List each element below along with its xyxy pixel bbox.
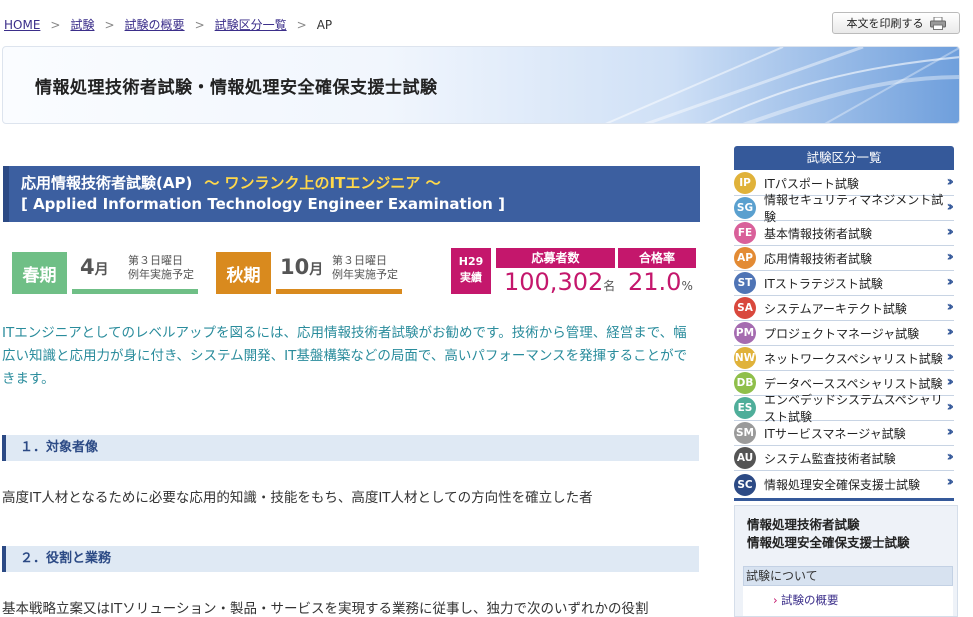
sidebar-item-label: ITストラテジスト試験 (764, 276, 883, 291)
chevron-right-icon: > (296, 17, 307, 32)
section-heading-target: １．対象者像 (2, 435, 699, 461)
sidebar-item-label: データベーススペシャリスト試験 (764, 376, 943, 391)
chevron-right-icon: > (104, 17, 115, 32)
sidebar-item-sa[interactable]: SA システムアーキテクト試験 ›› (734, 296, 954, 321)
autumn-month: 10月 (280, 255, 324, 279)
double-chevron-right-icon: ›› (946, 424, 953, 440)
autumn-schedule: 10月 第３日曜日 例年実施予定 (276, 252, 402, 294)
pass-rate-value: 21.0% (628, 268, 693, 296)
printer-icon (929, 16, 946, 30)
pm-badge-icon: PM (734, 322, 756, 344)
ip-badge-icon: IP (734, 172, 756, 194)
print-button[interactable]: 本文を印刷する (832, 12, 960, 34)
sidebar-item-pm[interactable]: PM プロジェクトマネージャ試験 ›› (734, 321, 954, 346)
sidebar-item-label: 情報セキュリティマネジメント試験 (764, 193, 944, 224)
spring-badge: 春期 (12, 252, 67, 294)
sidebar-item-sm[interactable]: SM ITサービスマネージャ試験 ›› (734, 421, 954, 446)
double-chevron-right-icon: ›› (946, 274, 953, 290)
spring-schedule: 4月 第３日曜日 例年実施予定 (72, 252, 198, 294)
sidebar-item-au[interactable]: AU システム監査技術者試験 ›› (734, 446, 954, 471)
db-badge-icon: DB (734, 372, 756, 394)
section-body-target: 高度IT人材となるために必要な応用的知識・技能をもち、高度IT人材としての方向性… (2, 490, 593, 506)
double-chevron-right-icon: ›› (946, 374, 953, 390)
exam-tagline: ～ ワンランク上のITエンジニア ～ (204, 174, 441, 192)
sidebar-title: 試験区分一覧 (734, 146, 954, 170)
exam-category-list: IP ITパスポート試験 ›› SG 情報セキュリティマネジメント試験 ›› FE 基本情報技… (734, 171, 954, 501)
sidebar-link-overview[interactable]: › 試験の概要 (743, 586, 953, 616)
double-chevron-right-icon: ›› (946, 474, 953, 490)
chevron-right-icon: › (773, 593, 778, 607)
sidebar-item-label: システム監査技術者試験 (764, 451, 896, 466)
sidebar-box-title: 情報処理技術者試験 情報処理安全確保支援士試験 (747, 517, 910, 550)
print-button-label: 本文を印刷する (846, 17, 924, 30)
sidebar-info-box: 情報処理技術者試験 情報処理安全確保支援士試験 試験について › 試験の概要 (734, 505, 958, 617)
spring-month: 4月 (80, 255, 109, 279)
es-badge-icon: ES (734, 397, 756, 419)
ap-badge-icon: AP (734, 247, 756, 269)
autumn-underline (276, 289, 402, 294)
sidebar-item-label: ITサービスマネージャ試験 (764, 426, 906, 441)
nw-badge-icon: NW (734, 347, 756, 369)
pass-rate-label: 合格率 (618, 248, 696, 268)
sm-badge-icon: SM (734, 422, 756, 444)
sidebar-item-label: エンベデッドシステムスペシャリスト試験 (764, 393, 943, 424)
double-chevron-right-icon: ›› (946, 324, 953, 340)
autumn-note: 第３日曜日 例年実施予定 (332, 254, 398, 281)
autumn-badge: 秋期 (216, 252, 271, 294)
sidebar-item-sg[interactable]: SG 情報セキュリティマネジメント試験 ›› (734, 193, 954, 224)
intro-text: ITエンジニアとしてのレベルアップを図るには、応用情報技術者試験がお勧めです。技… (2, 325, 688, 387)
sa-badge-icon: SA (734, 297, 756, 319)
double-chevron-right-icon: ›› (946, 299, 953, 315)
exam-title-jp: 応用情報技術者試験(AP) (21, 174, 193, 192)
exam-title-bar: 応用情報技術者試験(AP) ～ ワンランク上のITエンジニア ～ [ Applie… (3, 166, 700, 222)
spring-note: 第３日曜日 例年実施予定 (128, 254, 194, 281)
breadcrumb-home-link[interactable]: HOME (4, 18, 40, 32)
double-chevron-right-icon: ›› (946, 399, 953, 415)
double-chevron-right-icon: ›› (946, 199, 953, 215)
applicants-value: 100,302名 (504, 268, 616, 296)
sidebar-item-label: ネットワークスペシャリスト試験 (764, 351, 943, 366)
section-body-role: 基本戦略立案又はITソリューション・製品・サービスを実現する業務に従事し、独力で… (2, 601, 649, 617)
fe-badge-icon: FE (734, 222, 756, 244)
sidebar-item-es[interactable]: ES エンベデッドシステムスペシャリスト試験 ›› (734, 393, 954, 424)
section-heading-role: ２．役割と業務 (2, 546, 699, 572)
double-chevron-right-icon: ›› (946, 174, 953, 190)
stats-year-badge: H29 実績 (451, 248, 491, 294)
page-title: 情報処理技術者試験・情報処理安全確保支援士試験 (35, 78, 438, 98)
sidebar-item-label: 情報処理安全確保支援士試験 (764, 478, 921, 492)
sidebar-item-label: プロジェクトマネージャ試験 (764, 326, 920, 341)
sidebar-item-ap[interactable]: AP 応用情報技術者試験 ›› (734, 246, 954, 271)
double-chevron-right-icon: ›› (946, 224, 953, 240)
st-badge-icon: ST (734, 272, 756, 294)
breadcrumb-exam-link[interactable]: 試験 (70, 16, 94, 33)
exam-title-en: [ Applied Information Technology Enginee… (21, 195, 505, 213)
spring-underline (72, 289, 198, 294)
breadcrumb-current: AP (316, 17, 333, 32)
sidebar-item-fe[interactable]: FE 基本情報技術者試験 ›› (734, 221, 954, 246)
au-badge-icon: AU (734, 447, 756, 469)
double-chevron-right-icon: ›› (946, 349, 953, 365)
breadcrumb-overview-link[interactable]: 試験の概要 (125, 16, 185, 33)
sidebar-item-label: 基本情報技術者試験 (764, 226, 873, 241)
applicants-label: 応募者数 (496, 248, 615, 268)
page-banner: 情報処理技術者試験・情報処理安全確保支援士試験 (2, 46, 960, 124)
sidebar-item-sc[interactable]: SC 情報処理安全確保支援士試験 ›› (734, 471, 954, 501)
chevron-right-icon: > (194, 17, 205, 32)
breadcrumb: HOME > 試験 > 試験の概要 > 試験区分一覧 > AP (4, 16, 332, 33)
sidebar-item-st[interactable]: ST ITストラテジスト試験 ›› (734, 271, 954, 296)
double-chevron-right-icon: ›› (946, 449, 953, 465)
sc-badge-icon: SC (734, 473, 756, 496)
sidebar-subheading: 試験について (743, 566, 953, 586)
sidebar-item-nw[interactable]: NW ネットワークスペシャリスト試験 ›› (734, 346, 954, 371)
sg-badge-icon: SG (734, 197, 756, 219)
double-chevron-right-icon: ›› (946, 249, 953, 265)
breadcrumb-category-link[interactable]: 試験区分一覧 (215, 16, 287, 33)
sidebar-item-label: 応用情報技術者試験 (764, 251, 873, 266)
sidebar-item-label: ITパスポート試験 (764, 176, 859, 191)
chevron-right-icon: > (50, 17, 61, 32)
sidebar-item-label: システムアーキテクト試験 (764, 301, 907, 316)
